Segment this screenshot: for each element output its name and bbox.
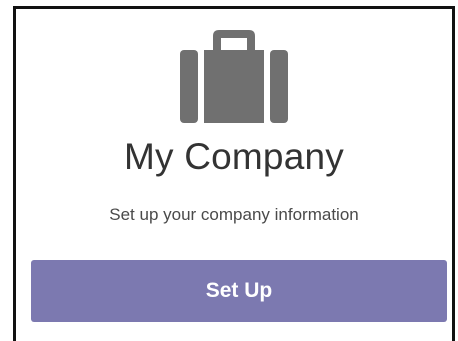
set-up-button[interactable]: Set Up (31, 260, 447, 322)
card-subtitle: Set up your company information (109, 205, 359, 224)
company-setup-card: My Company Set up your company informati… (13, 6, 455, 341)
icon-container (16, 28, 452, 123)
card-title: My Company (124, 136, 344, 177)
briefcase-icon (180, 30, 288, 123)
